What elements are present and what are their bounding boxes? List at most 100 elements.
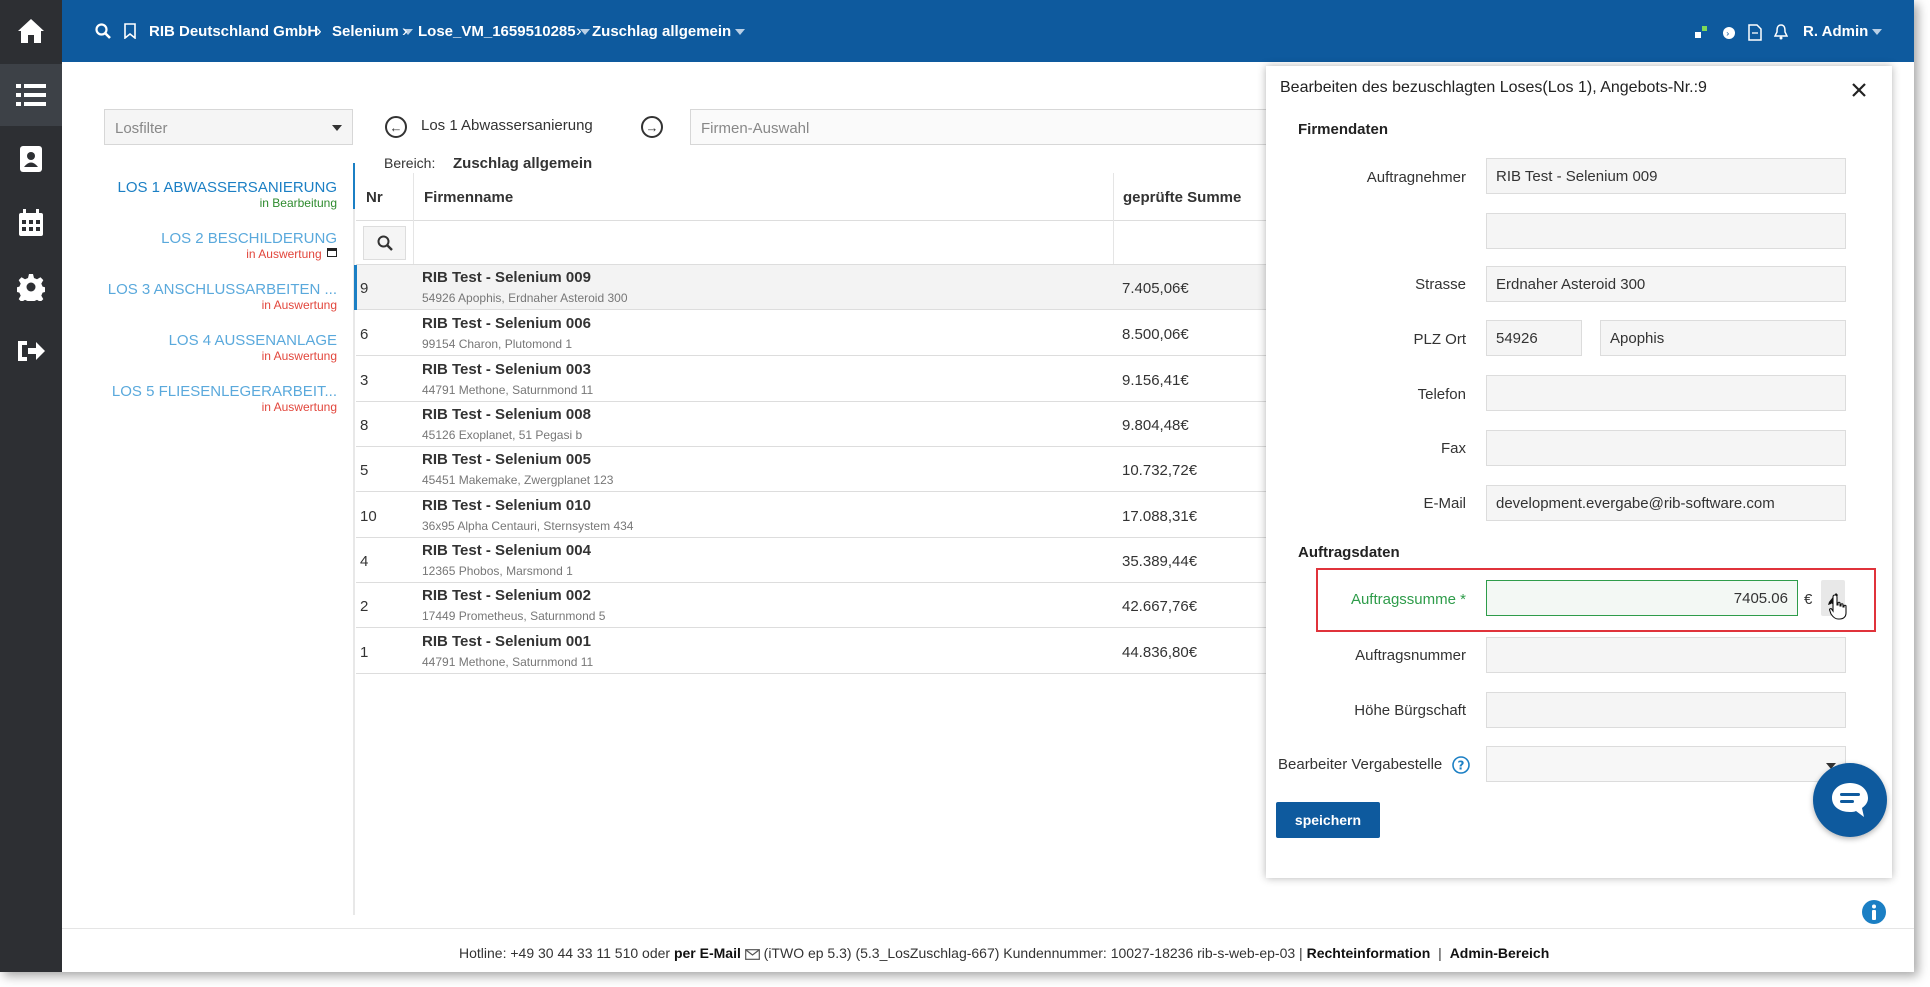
guarantee-field[interactable]: [1486, 692, 1846, 728]
row-nr: 3: [360, 372, 369, 389]
label-phone: Telefon: [1417, 386, 1466, 403]
order-number-field[interactable]: [1486, 637, 1846, 673]
save-button[interactable]: speichern: [1276, 802, 1380, 838]
row-firm-address: 44791 Methone, Saturnmond 11: [422, 655, 594, 669]
breadcrumb-area[interactable]: Zuschlag allgemein: [592, 23, 746, 40]
previous-lot-button[interactable]: ←: [385, 116, 407, 138]
table-row[interactable]: 4 RIB Test - Selenium 004 12365 Phobos, …: [356, 538, 1270, 583]
lot-status: in Bearbeitung: [259, 196, 337, 210]
firm-selection-input[interactable]: Firmen-Auswahl: [690, 109, 1270, 145]
chat-button[interactable]: [1813, 763, 1887, 837]
close-icon[interactable]: [1852, 83, 1866, 97]
lot-status: in Auswertung: [261, 349, 337, 363]
footer-legal-link[interactable]: Rechteinformation: [1307, 945, 1431, 961]
lot-item-3[interactable]: LOS 3 ANSCHLUSSARBEITEN ... in Auswertun…: [108, 281, 337, 312]
contacts-button[interactable]: [0, 128, 62, 190]
current-lot-title: Los 1 Abwassersanierung: [421, 117, 593, 134]
svg-text:?: ?: [1458, 759, 1465, 773]
zip-field[interactable]: 54926: [1486, 320, 1582, 356]
email-field[interactable]: development.evergabe@rib-software.com: [1486, 485, 1846, 521]
area-label: Bereich:: [384, 155, 436, 171]
row-sum: 8.500,06€: [1122, 326, 1189, 343]
table-filter-row: [356, 221, 1270, 265]
row-sum: 9.156,41€: [1122, 372, 1189, 389]
breadcrumb-procedure-label: Lose_VM_1659510285: [418, 23, 576, 40]
footer-email-link[interactable]: per E-Mail: [674, 945, 741, 961]
next-lot-button[interactable]: →: [641, 116, 663, 138]
user-menu[interactable]: R. Admin: [1803, 23, 1883, 40]
table-row[interactable]: 9 RIB Test - Selenium 009 54926 Apophis,…: [354, 265, 1270, 310]
table-row[interactable]: 6 RIB Test - Selenium 006 99154 Charon, …: [356, 311, 1270, 356]
street-field[interactable]: Erdnaher Asteroid 300: [1486, 266, 1846, 302]
lot-filter-select[interactable]: Losfilter: [104, 109, 353, 145]
row-nr: 1: [360, 644, 369, 661]
info-icon[interactable]: [1861, 899, 1887, 925]
table-row[interactable]: 10 RIB Test - Selenium 010 36x95 Alpha C…: [356, 493, 1270, 538]
logout-icon: [18, 341, 45, 361]
table-row[interactable]: 2 RIB Test - Selenium 002 17449 Promethe…: [356, 583, 1270, 628]
table-row[interactable]: 5 RIB Test - Selenium 005 45451 Makemake…: [356, 447, 1270, 492]
row-sum: 35.389,44€: [1122, 553, 1198, 570]
column-header-nr[interactable]: Nr: [366, 189, 383, 206]
top-bar: RIB Deutschland GmbH › Selenium › Lose_V…: [62, 0, 1914, 62]
city-field[interactable]: Apophis: [1600, 320, 1846, 356]
row-sum: 44.836,80€: [1122, 644, 1198, 661]
settings-button[interactable]: [0, 256, 62, 318]
envelope-icon: [744, 948, 760, 960]
chat-icon: [1832, 783, 1868, 817]
lot-filter-placeholder: Losfilter: [115, 120, 168, 137]
lot-item-5[interactable]: LOS 5 FLIESENLEGERARBEIT... in Auswertun…: [112, 383, 337, 414]
row-sum: 10.732,72€: [1122, 462, 1198, 479]
contractor-field[interactable]: RIB Test - Selenium 009: [1486, 158, 1846, 194]
table-row[interactable]: 1 RIB Test - Selenium 001 44791 Methone,…: [356, 629, 1270, 674]
table-row[interactable]: 8 RIB Test - Selenium 008 45126 Exoplane…: [356, 402, 1270, 447]
search-icon: [377, 235, 393, 251]
breadcrumb-separator: ›: [316, 21, 322, 40]
document-icon[interactable]: [1748, 24, 1762, 41]
footer-admin-link[interactable]: Admin-Bereich: [1450, 945, 1550, 961]
contractor-line2-field[interactable]: [1486, 213, 1846, 249]
row-firm-name: RIB Test - Selenium 006: [422, 315, 591, 332]
breadcrumb-area-label: Zuschlag allgemein: [592, 23, 732, 40]
lot-name: LOS 5 FLIESENLEGERARBEIT...: [111, 383, 337, 400]
row-firm-name: RIB Test - Selenium 010: [422, 497, 591, 514]
bell-icon[interactable]: [1774, 24, 1788, 40]
lot-item-2[interactable]: LOS 2 BESCHILDERUNG in Auswertung: [161, 230, 337, 261]
calendar-button[interactable]: [0, 192, 62, 254]
row-nr: 4: [360, 553, 369, 570]
breadcrumb-company[interactable]: RIB Deutschland GmbH: [149, 23, 318, 40]
section-order-data: Auftragsdaten: [1298, 544, 1400, 561]
lot-name: LOS 3 ANSCHLUSSARBEITEN ...: [107, 281, 337, 298]
lot-item-1[interactable]: LOS 1 ABWASSERSANIERUNG in Bearbeitung: [117, 179, 337, 210]
bookmark-icon[interactable]: [124, 23, 136, 39]
breadcrumb-separator: ›: [402, 21, 408, 40]
lot-item-4[interactable]: LOS 4 AUSSENANLAGE in Auswertung: [169, 332, 337, 363]
search-icon[interactable]: [95, 23, 111, 39]
breadcrumb-project-label: Selenium: [332, 23, 399, 40]
label-agent: Bearbeiter Vergabestelle ?: [1278, 756, 1471, 774]
order-sum-input[interactable]: 7405.06: [1486, 580, 1798, 616]
calendar-small-icon: [327, 248, 337, 257]
column-header-firm[interactable]: Firmenname: [424, 189, 513, 206]
phone-field[interactable]: [1486, 375, 1846, 411]
home-button[interactable]: [0, 0, 62, 62]
footer: Hotline: +49 30 44 33 11 510 oder per E-…: [62, 928, 1914, 972]
row-firm-name: RIB Test - Selenium 005: [422, 451, 591, 468]
logout-button[interactable]: [0, 320, 62, 382]
calendar-icon: [19, 209, 43, 236]
app-grid-icon[interactable]: [1695, 26, 1709, 40]
breadcrumb-project[interactable]: Selenium: [332, 23, 413, 40]
footer-version: (iTWO ep 5.3) (5.3_LosZuschlag-667) Kund…: [763, 945, 1303, 961]
row-firm-address: 45451 Makemake, Zwergplanet 123: [422, 473, 614, 487]
label-email: E-Mail: [1423, 495, 1466, 512]
notification-badge-icon[interactable]: ›: [1722, 26, 1736, 40]
list-button[interactable]: [0, 64, 62, 126]
table-search-button[interactable]: [363, 226, 406, 260]
help-icon[interactable]: ?: [1452, 756, 1471, 774]
column-header-sum[interactable]: geprüfte Summe: [1123, 189, 1241, 206]
table-row[interactable]: 3 RIB Test - Selenium 003 44791 Methone,…: [356, 357, 1270, 402]
agent-select[interactable]: [1486, 746, 1846, 782]
row-firm-address: 44791 Methone, Saturnmond 11: [422, 383, 594, 397]
breadcrumb-procedure[interactable]: Lose_VM_1659510285: [418, 23, 590, 40]
fax-field[interactable]: [1486, 430, 1846, 466]
